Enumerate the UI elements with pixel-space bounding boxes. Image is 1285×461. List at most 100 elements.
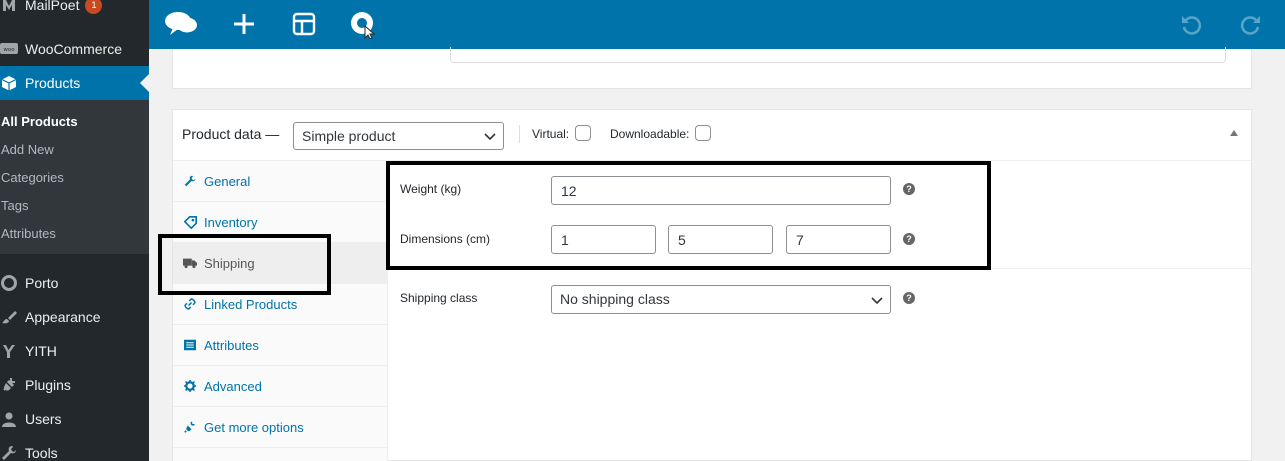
tab-inventory[interactable]: Inventory bbox=[173, 202, 388, 243]
wrench-icon bbox=[0, 444, 18, 461]
height-input[interactable]: 7 bbox=[786, 225, 891, 254]
sidebar-item-label: Appearance bbox=[25, 309, 101, 325]
shipping-class-value: No shipping class bbox=[560, 291, 670, 307]
weight-value: 12 bbox=[561, 183, 577, 199]
sidebar-item-porto[interactable]: Porto bbox=[0, 266, 149, 300]
tab-label: Get more options bbox=[204, 419, 304, 435]
chat-bubbles-icon[interactable] bbox=[163, 6, 199, 42]
length-input[interactable]: 1 bbox=[551, 225, 656, 254]
sidebar-item-label: Plugins bbox=[25, 377, 71, 393]
active-indicator-arrow bbox=[140, 74, 149, 92]
chevron-down-icon bbox=[870, 293, 884, 310]
help-icon[interactable]: ? bbox=[903, 183, 915, 195]
virtual-label: Virtual: bbox=[532, 127, 570, 141]
editor-toolbar bbox=[149, 0, 1285, 49]
sidebar-item-label: MailPoet bbox=[25, 0, 80, 13]
tab-label: Advanced bbox=[204, 378, 262, 394]
sidebar-item-users[interactable]: Users bbox=[0, 402, 149, 436]
layout-icon[interactable] bbox=[286, 6, 322, 42]
sidebar-item-tools[interactable]: Tools bbox=[0, 436, 149, 461]
sidebar-item-label: Porto bbox=[25, 275, 59, 291]
sidebar-item-label: Tools bbox=[25, 445, 58, 461]
tab-general[interactable]: General bbox=[173, 161, 388, 202]
sidebar-item-mailpoet[interactable]: MailPoet 1 bbox=[0, 0, 149, 22]
update-count-badge: 1 bbox=[85, 0, 103, 14]
collapse-toggle-icon[interactable] bbox=[1230, 130, 1238, 136]
sidebar-item-label: WooCommerce bbox=[25, 41, 122, 57]
porto-icon bbox=[0, 274, 18, 292]
sidebar-item-appearance[interactable]: Appearance bbox=[0, 300, 149, 334]
shipping-fields: Weight (kg) 12 ? Dimensions (cm) 1 5 7 ?… bbox=[388, 161, 1251, 461]
downloadable-checkbox[interactable] bbox=[695, 125, 711, 141]
product-data-panel: Product data — Simple product Virtual: D… bbox=[172, 109, 1252, 461]
tab-attributes[interactable]: Attributes bbox=[173, 325, 388, 366]
shipping-class-label: Shipping class bbox=[400, 291, 478, 305]
virtual-checkbox[interactable] bbox=[575, 125, 591, 141]
sidebar-item-label: Users bbox=[25, 411, 62, 427]
products-box-icon bbox=[0, 74, 18, 92]
tab-linked-products[interactable]: Linked Products bbox=[173, 284, 388, 325]
woocommerce-icon: woo bbox=[0, 40, 18, 58]
tab-get-more-options[interactable]: Get more options bbox=[173, 407, 388, 448]
shipping-class-select[interactable]: No shipping class bbox=[551, 285, 891, 314]
field-divider bbox=[388, 268, 1251, 269]
text-field-bottom-edge[interactable] bbox=[450, 47, 1226, 63]
truck-icon bbox=[183, 256, 197, 270]
redo-icon[interactable] bbox=[1233, 6, 1269, 42]
height-value: 7 bbox=[796, 232, 804, 248]
gear-icon bbox=[183, 379, 197, 393]
plug-icon bbox=[0, 376, 18, 394]
sidebar-item-yith[interactable]: YITH bbox=[0, 334, 149, 368]
tab-label: Attributes bbox=[204, 337, 259, 353]
submenu-all-products[interactable]: All Products bbox=[1, 114, 78, 129]
width-input[interactable]: 5 bbox=[668, 225, 773, 254]
svg-text:woo: woo bbox=[3, 47, 15, 53]
content-panel-top bbox=[172, 47, 1252, 89]
sidebar-item-label: Products bbox=[25, 75, 81, 91]
dimensions-label: Dimensions (cm) bbox=[400, 232, 491, 246]
chevron-down-icon bbox=[483, 129, 497, 146]
user-icon bbox=[0, 410, 18, 428]
submenu-attributes[interactable]: Attributes bbox=[1, 226, 56, 241]
link-icon bbox=[183, 297, 197, 311]
length-value: 1 bbox=[561, 232, 569, 248]
tag-icon bbox=[183, 215, 197, 229]
wrench-icon bbox=[183, 174, 197, 188]
product-data-header: Product data — Simple product Virtual: D… bbox=[173, 110, 1251, 161]
product-type-select[interactable]: Simple product bbox=[293, 122, 504, 150]
wp-admin-screen: MailPoet 1 woo WooCommerce Products All … bbox=[0, 0, 1285, 461]
tab-shipping[interactable]: Shipping bbox=[173, 243, 388, 284]
downloadable-label: Downloadable: bbox=[610, 127, 690, 141]
yith-icon bbox=[0, 342, 18, 360]
help-icon[interactable]: ? bbox=[903, 233, 915, 245]
search-cursor-icon[interactable] bbox=[345, 6, 381, 42]
submenu-add-new[interactable]: Add New bbox=[1, 142, 54, 157]
product-data-title: Product data — bbox=[182, 126, 280, 142]
sidebar-item-label: YITH bbox=[25, 343, 57, 359]
paintbrush-icon bbox=[0, 308, 18, 326]
product-data-tabs: General Inventory Shipping Linked Produc… bbox=[173, 161, 388, 461]
sidebar-item-products[interactable]: Products bbox=[0, 66, 149, 100]
plus-icon[interactable] bbox=[226, 6, 262, 42]
tab-label: General bbox=[204, 173, 251, 189]
undo-icon[interactable] bbox=[1173, 6, 1209, 42]
submenu-tags[interactable]: Tags bbox=[1, 198, 28, 213]
weight-label: Weight (kg) bbox=[400, 182, 462, 196]
sidebar-item-plugins[interactable]: Plugins bbox=[0, 368, 149, 402]
header-divider bbox=[519, 125, 520, 143]
plugin-icon bbox=[183, 420, 197, 434]
mailpoet-icon bbox=[0, 0, 18, 14]
tab-label: Linked Products bbox=[204, 296, 298, 312]
weight-input[interactable]: 12 bbox=[551, 176, 891, 205]
tab-label: Inventory bbox=[204, 214, 258, 230]
submenu-categories[interactable]: Categories bbox=[1, 170, 64, 185]
list-icon bbox=[183, 338, 197, 352]
products-submenu: All Products Add New Categories Tags Att… bbox=[0, 100, 149, 254]
product-type-value: Simple product bbox=[302, 128, 396, 144]
help-icon[interactable]: ? bbox=[903, 292, 915, 304]
admin-sidebar: MailPoet 1 woo WooCommerce Products All … bbox=[0, 0, 149, 461]
sidebar-item-woocommerce[interactable]: woo WooCommerce bbox=[0, 32, 149, 66]
tab-advanced[interactable]: Advanced bbox=[173, 366, 388, 407]
width-value: 5 bbox=[678, 232, 686, 248]
tab-label: Shipping bbox=[204, 255, 255, 271]
